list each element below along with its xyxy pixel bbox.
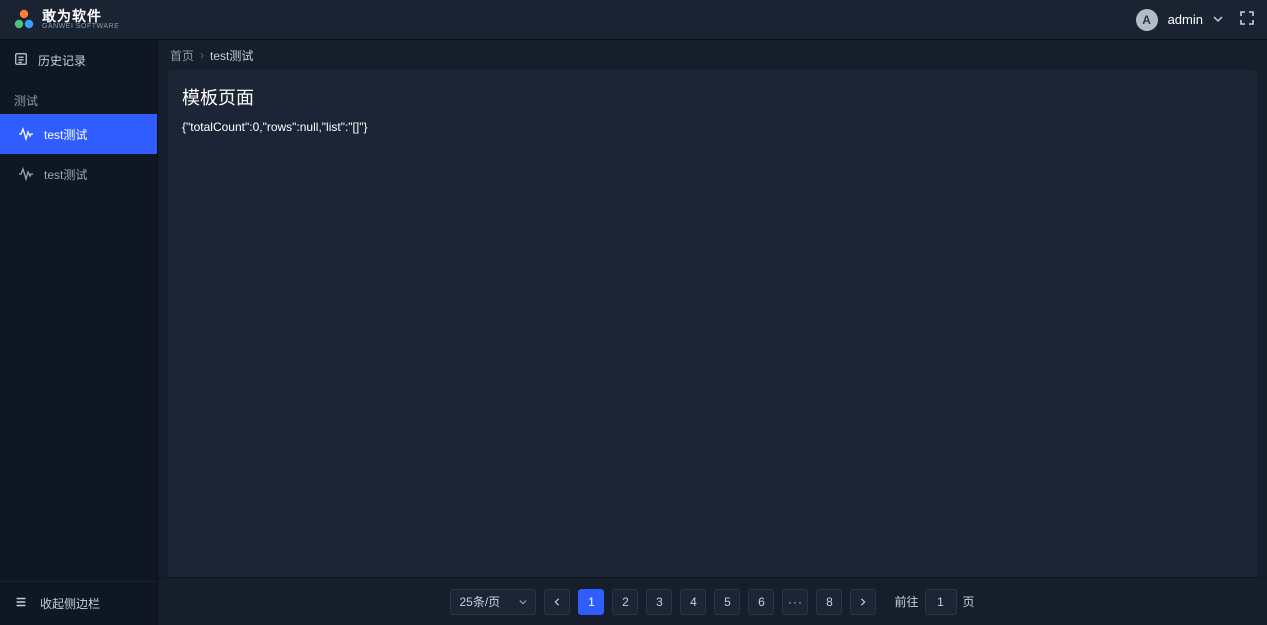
content-card: 模板页面 {"totalCount":0,"rows":null,"list":… [168, 70, 1257, 580]
logo-text-en: GANWEI SOFTWARE [42, 23, 119, 30]
page-number-button[interactable]: 4 [680, 589, 706, 615]
goto-suffix: 页 [963, 593, 975, 610]
page-ellipsis[interactable]: ··· [782, 589, 808, 615]
chevron-right-icon: › [200, 48, 204, 62]
page-title: 模板页面 [182, 84, 1243, 110]
breadcrumb: 首页 › test测试 [158, 40, 1267, 70]
json-output: {"totalCount":0,"rows":null,"list":"[]"} [182, 120, 1243, 134]
page-number-button[interactable]: 5 [714, 589, 740, 615]
page-number-button[interactable]: 3 [646, 589, 672, 615]
sidebar-item-test-1[interactable]: test测试 [0, 114, 157, 154]
sidebar-item-test-2[interactable]: test测试 [0, 154, 157, 194]
page-size-select[interactable]: 25条/页 [450, 589, 536, 615]
breadcrumb-home[interactable]: 首页 [170, 47, 194, 64]
collapse-icon [14, 595, 28, 612]
page-number-button[interactable]: 2 [612, 589, 638, 615]
paginator: 25条/页 1 2 3 4 5 6 ··· 8 前往 页 [158, 577, 1267, 625]
wave-icon [18, 166, 34, 182]
page-number-button[interactable]: 1 [578, 589, 604, 615]
chevron-down-icon[interactable] [1213, 12, 1223, 27]
page-size-label: 25条/页 [459, 593, 500, 610]
fullscreen-icon[interactable] [1239, 10, 1255, 29]
page-prev-button[interactable] [544, 589, 570, 615]
sidebar-group-label: 测试 [14, 92, 38, 109]
username-label: admin [1168, 12, 1203, 27]
sidebar-item-label: 历史记录 [38, 52, 86, 69]
sidebar: 历史记录 测试 test测试 test测试 收起侧边栏 [0, 40, 158, 625]
logo[interactable]: 敢为软件 GANWEI SOFTWARE [12, 8, 119, 32]
wave-icon [18, 126, 34, 142]
sidebar-collapse-button[interactable]: 收起侧边栏 [0, 581, 157, 625]
breadcrumb-current: test测试 [210, 47, 253, 64]
sidebar-group-test: 测试 [0, 80, 157, 114]
sidebar-item-history[interactable]: 历史记录 [0, 40, 157, 80]
page-number-button[interactable]: 8 [816, 589, 842, 615]
avatar[interactable]: A [1136, 9, 1158, 31]
page-next-button[interactable] [850, 589, 876, 615]
logo-text-cn: 敢为软件 [42, 9, 119, 23]
header: 敢为软件 GANWEI SOFTWARE A admin [0, 0, 1267, 40]
history-icon [14, 52, 28, 69]
goto-input[interactable] [925, 589, 957, 615]
goto-label: 前往 [894, 593, 918, 610]
sidebar-item-label: test测试 [44, 126, 87, 143]
page-number-button[interactable]: 6 [748, 589, 774, 615]
sidebar-item-label: test测试 [44, 166, 87, 183]
logo-icon [12, 8, 36, 32]
main-content: 首页 › test测试 模板页面 {"totalCount":0,"rows":… [158, 40, 1267, 625]
chevron-down-icon [519, 595, 527, 609]
sidebar-collapse-label: 收起侧边栏 [40, 595, 100, 612]
